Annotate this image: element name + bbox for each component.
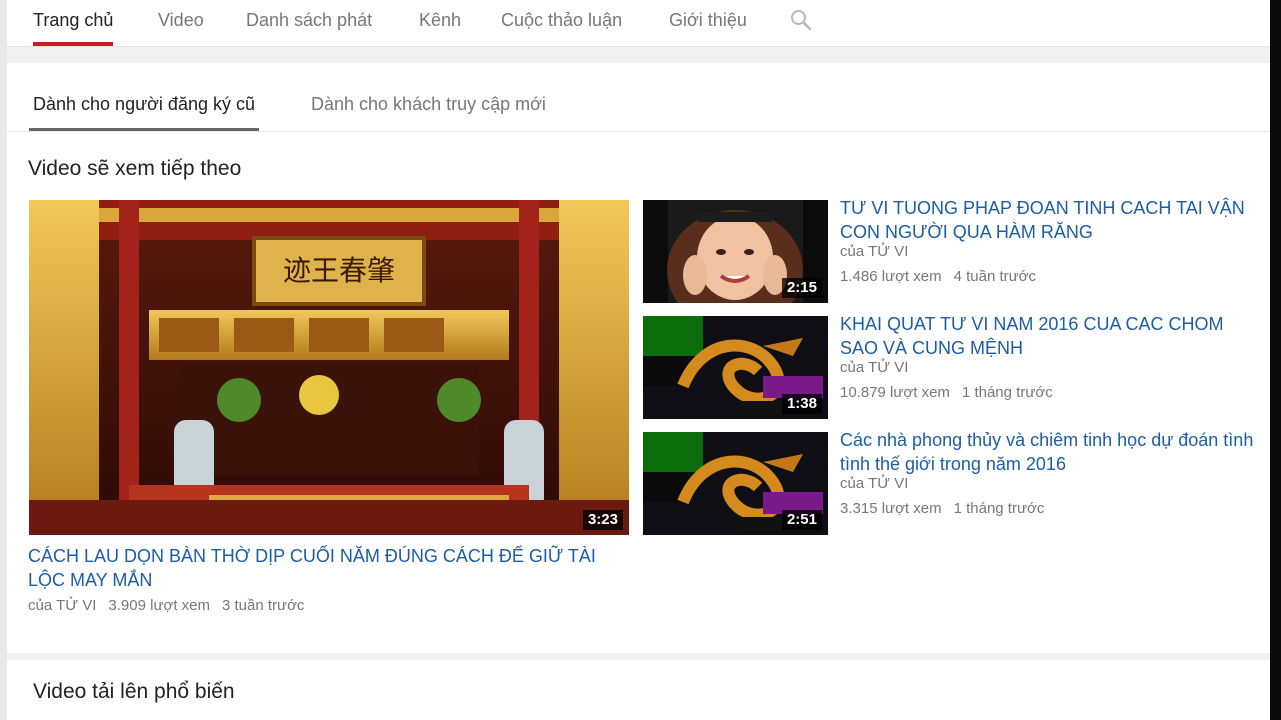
video-stats: 10.879 lượt xem 1 tháng trước <box>840 384 1065 401</box>
section-title: Video tải lên phổ biến <box>33 680 235 703</box>
video-title[interactable]: KHAI QUAT TƯ VI NAM 2016 CUA CAC CHOM SA… <box>840 312 1260 360</box>
featured-video-title[interactable]: CÁCH LAU DỌN BÀN THỜ DỊP CUỐI NĂM ĐÚNG C… <box>28 544 628 592</box>
channel-name: của TỬ VI <box>840 359 909 376</box>
popular-uploads-section: Video tải lên phổ biến <box>7 660 1270 720</box>
video-stats: 3.315 lượt xem 1 tháng trước <box>840 500 1056 517</box>
video-stats: 1.486 lượt xem 4 tuần trước <box>840 268 1048 285</box>
channel-name: của TỬ VI <box>840 475 909 492</box>
audience-tabs: Dành cho người đăng ký cũ Dành cho khách… <box>7 63 1270 132</box>
search-icon[interactable] <box>789 8 813 32</box>
tab-about[interactable]: Giới thiệu <box>669 0 747 46</box>
list-item: 1:38 KHAI QUAT TƯ VI NAM 2016 CUA CAC CH… <box>643 314 1263 421</box>
temple-altar-image: 迹王春肇 <box>29 200 629 535</box>
video-title[interactable]: Các nhà phong thủy và chiêm tinh học dự … <box>840 428 1260 476</box>
channel-nav: Trang chủ Video Danh sách phát Kênh Cuộc… <box>7 0 1270 47</box>
duration-badge: 1:38 <box>781 394 822 414</box>
tab-videos[interactable]: Video <box>158 0 204 46</box>
up-next-card: Dành cho người đăng ký cũ Dành cho khách… <box>7 63 1270 653</box>
view-count: 3.909 lượt xem <box>108 597 210 614</box>
video-thumbnail[interactable]: 2:51 <box>643 432 828 535</box>
duration-badge: 3:23 <box>582 510 623 530</box>
duration-badge: 2:51 <box>781 510 822 530</box>
tab-new-visitors[interactable]: Dành cho khách truy cập mới <box>311 81 546 131</box>
right-edge <box>1270 0 1281 720</box>
tab-returning-subscribers[interactable]: Dành cho người đăng ký cũ <box>29 81 259 131</box>
view-count: 10.879 lượt xem <box>840 384 950 401</box>
tab-playlists[interactable]: Danh sách phát <box>246 0 372 46</box>
tab-channels[interactable]: Kênh <box>419 0 461 46</box>
list-item: 2:15 TƯ VI TUONG PHAP ĐOAN TINH CACH TAI… <box>643 198 1263 305</box>
list-item: 2:51 Các nhà phong thủy và chiêm tinh họ… <box>643 430 1263 537</box>
upload-age: 3 tuần trước <box>222 597 305 614</box>
tab-home[interactable]: Trang chủ <box>33 0 114 46</box>
featured-video-thumbnail[interactable]: 迹王春肇 3:23 <box>29 200 629 535</box>
view-count: 3.315 lượt xem <box>840 500 942 517</box>
video-title[interactable]: TƯ VI TUONG PHAP ĐOAN TINH CACH TAI VẬN … <box>840 196 1260 244</box>
section-title: Video sẽ xem tiếp theo <box>28 157 242 180</box>
video-thumbnail[interactable]: 1:38 <box>643 316 828 419</box>
featured-video-meta: của TỬ VI 3.909 lượt xem 3 tuần trước <box>28 597 316 614</box>
left-edge <box>0 0 7 720</box>
duration-badge: 2:15 <box>781 278 822 298</box>
video-thumbnail[interactable]: 2:15 <box>643 200 828 303</box>
upload-age: 4 tuần trước <box>953 268 1037 285</box>
tab-discussion[interactable]: Cuộc thảo luận <box>501 0 622 46</box>
channel-name: của TỬ VI <box>28 597 97 614</box>
view-count: 1.486 lượt xem <box>840 268 942 285</box>
svg-text:迹王春肇: 迹王春肇 <box>283 254 395 287</box>
channel-name: của TỬ VI <box>840 243 909 260</box>
upload-age: 1 tháng trước <box>961 384 1053 401</box>
upload-age: 1 tháng trước <box>953 500 1045 517</box>
